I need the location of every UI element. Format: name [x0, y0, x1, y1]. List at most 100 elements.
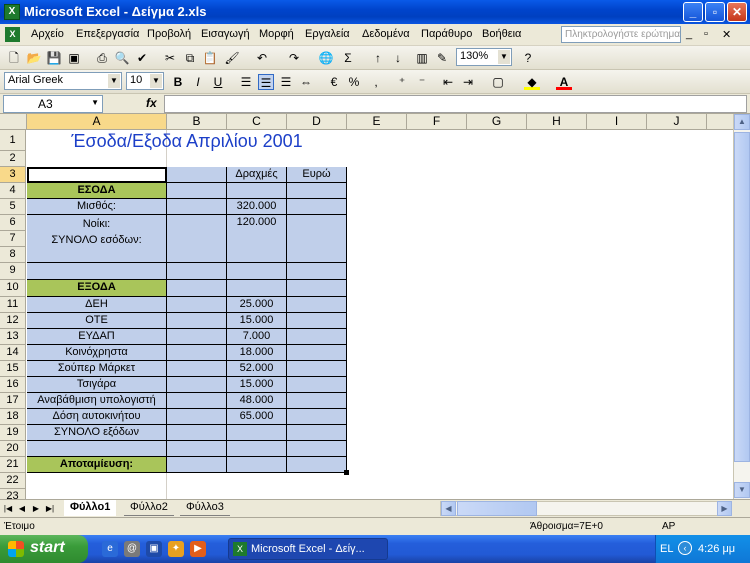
menu-format[interactable]: Μορφή — [259, 28, 294, 40]
scroll-left-icon[interactable]: ◀ — [441, 501, 456, 516]
format-painter-icon[interactable]: 🖌 — [224, 50, 240, 66]
chevron-down-icon[interactable]: ▼ — [498, 50, 510, 64]
expense-euro[interactable] — [287, 393, 347, 409]
cell-b19[interactable] — [167, 425, 227, 441]
cell-d10[interactable] — [287, 280, 347, 297]
autosum-icon[interactable]: Σ — [340, 50, 356, 66]
cut-icon[interactable]: ✂ — [162, 50, 178, 66]
row-header[interactable]: 15 — [0, 361, 26, 377]
expense-total-label[interactable]: ΣΥΝΟΛΟ εξόδων — [27, 425, 167, 441]
sort-ascending-icon[interactable]: ↑ — [370, 50, 386, 66]
align-center-icon[interactable]: ☰ — [258, 74, 274, 90]
expense-value[interactable]: 25.000 — [227, 297, 287, 313]
row-header[interactable]: 13 — [0, 329, 26, 345]
column-header[interactable] — [707, 114, 733, 130]
cell-b4[interactable] — [167, 183, 227, 199]
expense-euro[interactable] — [287, 409, 347, 425]
undo-icon[interactable]: ↶ — [254, 50, 270, 66]
save-icon[interactable]: 💾 — [46, 50, 62, 66]
row-header[interactable]: 16 — [0, 377, 26, 393]
scroll-thumb[interactable] — [734, 132, 750, 462]
expense-value[interactable]: 7.000 — [227, 329, 287, 345]
income-salary-value[interactable]: 320.000 — [227, 199, 287, 215]
merge-center-icon[interactable]: ⇔ — [298, 74, 314, 90]
row-header[interactable]: 8 — [0, 247, 26, 263]
spelling-icon[interactable]: ✔ — [134, 50, 150, 66]
start-button[interactable]: start — [0, 535, 88, 563]
hscroll-thumb[interactable] — [457, 501, 537, 516]
menu-data[interactable]: Δεδομένα — [362, 28, 410, 40]
redo-icon[interactable]: ↷ — [286, 50, 302, 66]
column-header[interactable]: G — [467, 114, 527, 130]
title-bar[interactable]: X Microsoft Excel - Δείγμα 2.xls _ ▫ ✕ — [0, 0, 750, 24]
explorer-icon[interactable]: ✦ — [168, 541, 184, 557]
comma-style-icon[interactable]: , — [368, 74, 384, 90]
increase-decimal-icon[interactable]: ⁺ — [394, 74, 410, 90]
cell-d4[interactable] — [287, 183, 347, 199]
scroll-down-icon[interactable]: ▼ — [734, 482, 750, 498]
outlook-icon[interactable]: @ — [124, 541, 140, 557]
income-rent-value[interactable]: 120.000 — [227, 215, 287, 263]
active-cell-a3[interactable] — [27, 167, 167, 183]
expense-value[interactable]: 65.000 — [227, 409, 287, 425]
expense-value[interactable]: 18.000 — [227, 345, 287, 361]
select-all-corner[interactable] — [0, 114, 27, 130]
cell-d5[interactable] — [287, 199, 347, 215]
cell-d20[interactable] — [287, 441, 347, 457]
chart-wizard-icon[interactable]: ▥ — [414, 50, 430, 66]
row-header[interactable]: 23 — [0, 489, 26, 499]
sheet-tab-2[interactable]: Φύλλο2 — [124, 500, 174, 516]
chevron-down-icon[interactable]: ▼ — [150, 74, 162, 88]
cell-c10[interactable] — [227, 280, 287, 297]
row-header[interactable]: 9 — [0, 263, 26, 280]
row-header[interactable]: 6 — [0, 215, 26, 231]
print-preview-icon[interactable]: 🔍 — [114, 50, 130, 66]
expense-label[interactable]: Αναβάθμιση υπολογιστή — [27, 393, 167, 409]
menu-tools[interactable]: Εργαλεία — [305, 28, 350, 40]
close-button[interactable]: ✕ — [727, 2, 747, 22]
expense-b[interactable] — [167, 393, 227, 409]
header-drachmes-cell[interactable]: Δραχμές — [227, 167, 287, 183]
sheet-tab-3[interactable]: Φύλλο3 — [180, 500, 230, 516]
expense-label[interactable]: ΟΤΕ — [27, 313, 167, 329]
column-header[interactable]: H — [527, 114, 587, 130]
doc-restore-button[interactable]: ▫ — [704, 28, 708, 40]
fill-color-icon[interactable]: ◆ — [524, 74, 540, 90]
first-sheet-icon[interactable]: |◀ — [3, 503, 13, 515]
expense-b[interactable] — [167, 313, 227, 329]
new-icon[interactable]: 🗋 — [6, 50, 22, 66]
menu-view[interactable]: Προβολή — [147, 28, 191, 40]
open-icon[interactable]: 📂 — [26, 50, 42, 66]
expense-label[interactable]: Δόση αυτοκινήτου — [27, 409, 167, 425]
underline-icon[interactable]: U — [210, 74, 226, 90]
cell-d9[interactable] — [287, 263, 347, 280]
expense-b[interactable] — [167, 409, 227, 425]
row-header[interactable]: 10 — [0, 280, 26, 297]
worksheet-grid[interactable]: A B C D E F G H I J 1 2 3 4 5 6 7 8 9 10… — [0, 114, 733, 499]
expense-value[interactable]: 15.000 — [227, 377, 287, 393]
scroll-up-icon[interactable]: ▲ — [734, 114, 750, 130]
sort-descending-icon[interactable]: ↓ — [390, 50, 406, 66]
income-header-cell[interactable]: ΕΣΟΔΑ — [27, 183, 167, 199]
document-icon[interactable]: X — [5, 27, 20, 42]
print-icon[interactable]: ⎙ — [94, 50, 110, 66]
expense-euro[interactable] — [287, 345, 347, 361]
expense-label[interactable]: Σούπερ Μάρκετ — [27, 361, 167, 377]
column-header[interactable]: A — [27, 114, 167, 130]
menu-file[interactable]: Αρχείο — [31, 28, 64, 40]
cell-b3[interactable] — [167, 167, 227, 183]
last-sheet-icon[interactable]: ▶| — [45, 503, 55, 515]
menu-window[interactable]: Παράθυρο — [421, 28, 472, 40]
cell-b5[interactable] — [167, 199, 227, 215]
sheet-tab-1[interactable]: Φύλλο1 — [64, 500, 117, 516]
row-header[interactable]: 19 — [0, 425, 26, 441]
column-header[interactable]: I — [587, 114, 647, 130]
doc-close-button[interactable]: ✕ — [722, 28, 731, 41]
row-header[interactable]: 14 — [0, 345, 26, 361]
chevron-down-icon[interactable]: ▼ — [108, 74, 120, 88]
column-header[interactable]: J — [647, 114, 707, 130]
taskbar-excel-button[interactable]: X Microsoft Excel - Δείγ... — [228, 538, 388, 560]
ie-icon[interactable]: e — [102, 541, 118, 557]
cell-a9[interactable] — [27, 263, 167, 280]
drawing-icon[interactable]: ✎ — [434, 50, 450, 66]
